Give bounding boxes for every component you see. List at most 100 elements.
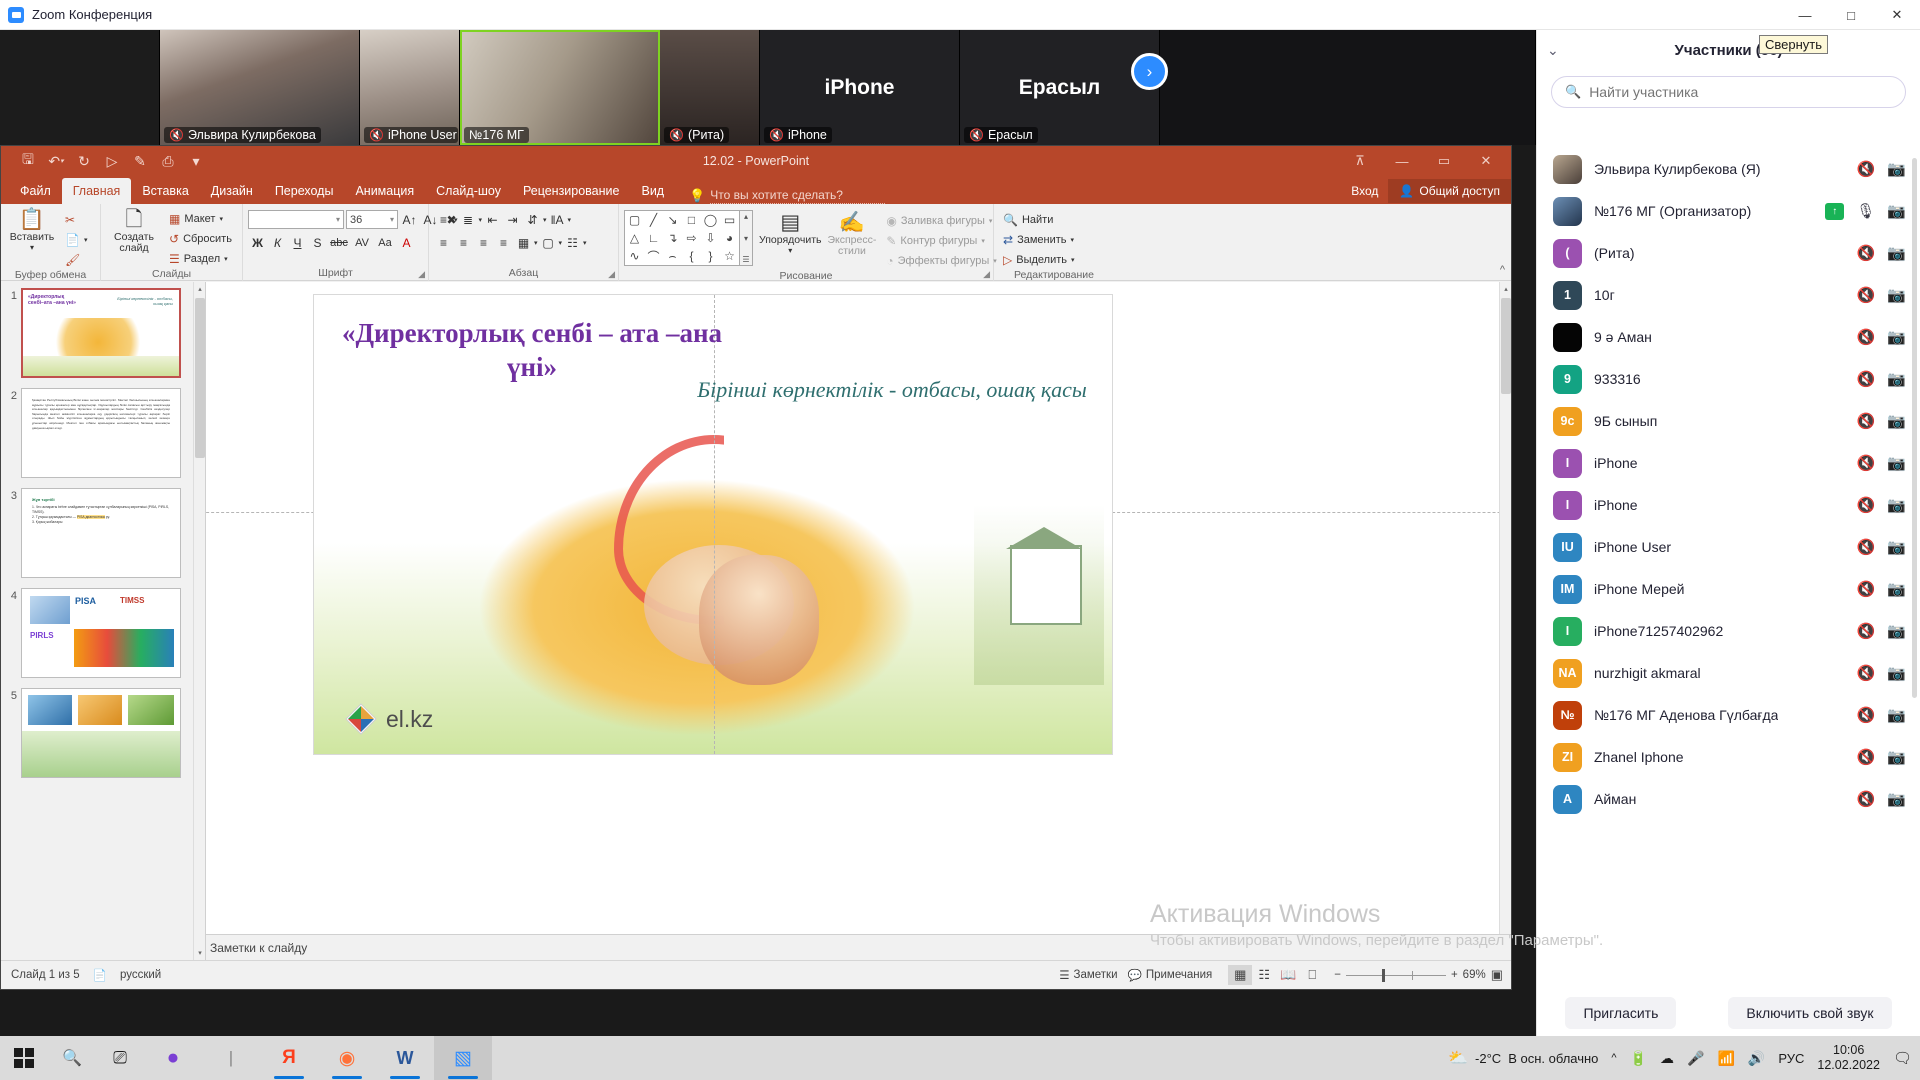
powerpoint-minimize-button[interactable]: — [1381,146,1423,176]
shadow-button[interactable]: S [308,233,327,252]
camera-off-icon[interactable]: 📷 [1887,498,1906,513]
quick-styles-button[interactable]: ✍ Экспресс-стили [827,210,876,257]
taskbar-app-yandex[interactable]: Я [260,1036,318,1080]
camera-off-icon[interactable]: 📷 [1887,792,1906,807]
participant-row[interactable]: ZI Zhanel Iphone 🔇 📷 [1537,736,1920,778]
tell-me-box[interactable]: 💡 Что вы хотите сделать? [689,188,886,204]
microphone-icon[interactable]: 🎤 [1687,1050,1704,1067]
participants-list[interactable]: Эльвира Кулирбекова (Я) 🔇 📷 №176 МГ (Орга… [1537,148,1920,975]
shape-outline-button[interactable]: ✎ Контур фигуры ▾ [882,232,1000,250]
wifi-icon[interactable]: 📶 [1717,1050,1734,1067]
slide-sorter-icon[interactable]: ☷ [1252,965,1276,985]
shape-fill-button[interactable]: ◉ Заливка фигуры ▾ [882,212,1000,230]
character-spacing-button[interactable]: AV [351,233,373,252]
mic-muted-icon[interactable]: 🔇 [1857,372,1876,387]
collapse-ribbon-icon[interactable]: ^ [1500,264,1505,276]
participant-row[interactable]: IU iPhone User 🔇 📷 [1537,526,1920,568]
text-direction-button[interactable]: ‖A [548,210,567,229]
thumbnail-pane-scrollbar[interactable]: ▴ ▾ [193,282,205,960]
slide-editor[interactable]: «Директорлық сенбі – ата –ана үні» Бірін… [313,294,1113,755]
share-button[interactable]: 👤 Общий доступ [1388,179,1511,203]
tab-view[interactable]: Вид [630,178,675,204]
camera-off-icon[interactable]: 📷 [1887,666,1906,681]
shape-elbow-icon[interactable]: ∟ [644,229,663,247]
shapes-gallery[interactable]: ▢ ╱ ↘ □ ◯ ▭ △ ∟ ↴ ⇨ ⇩ ◕ ∿ ⌒ ⌢ {} ☆ [624,210,740,266]
mic-muted-icon[interactable]: 🔇 [1857,246,1876,261]
powerpoint-restore-button[interactable]: ▭ [1423,146,1465,176]
participant-row[interactable]: ( (Рита) 🔇 📷 [1537,232,1920,274]
zoom-track[interactable] [1345,968,1446,982]
format-painter-button[interactable]: 🖌 [61,251,91,269]
normal-view-icon[interactable]: ▦ [1228,965,1253,985]
video-tile-placeholder[interactable]: iPhone 🔇 iPhone [760,30,960,145]
mic-muted-icon[interactable]: 🔇 [1857,540,1876,555]
justify-button[interactable]: ≡ [494,233,513,252]
drawing-dialog-launcher-icon[interactable]: ◢ [983,269,990,280]
slideshow-icon[interactable]: ⎕ [1300,965,1324,985]
numbering-button[interactable]: ≣ [459,210,478,229]
shape-scribble-icon[interactable]: ∿ [625,247,644,265]
shape-line-icon[interactable]: ╱ [644,211,663,229]
chevron-down-icon[interactable]: ⌄ [1547,42,1559,59]
camera-off-icon[interactable]: 📷 [1887,288,1906,303]
slide-thumbnail-item[interactable]: 5 [7,688,205,778]
invite-button[interactable]: Пригласить [1565,997,1677,1029]
sign-in-link[interactable]: Вход [1341,184,1388,198]
scroll-up-icon[interactable]: ▴ [194,282,206,296]
search-input[interactable] [1589,84,1892,100]
video-tile-active-speaker[interactable]: №176 МГ [460,30,660,145]
convert-smartart-button[interactable]: ☷ [563,233,582,252]
paste-button[interactable]: 📋 Вставить ▾ [6,207,58,253]
tab-slideshow[interactable]: Слайд-шоу [425,178,512,204]
camera-on-icon[interactable]: 📷 [1887,540,1906,555]
arrange-button[interactable]: ▤ Упорядочить ▾ [759,210,821,256]
tab-insert[interactable]: Вставка [131,178,199,204]
weather-widget[interactable]: ⛅ -2°C В осн. облачно [1448,1048,1598,1068]
shape-effects-button[interactable]: ◔ Эффекты фигуры ▾ [882,252,1000,270]
shape-right-arrow-icon[interactable]: ⇨ [682,229,701,247]
camera-off-icon[interactable]: 📷 [1887,456,1906,471]
task-view-button[interactable]: ⎚ [96,1036,144,1080]
shape-oval-icon[interactable]: ◯ [701,211,720,229]
camera-off-icon[interactable]: 📷 [1887,330,1906,345]
mic-muted-icon[interactable]: 🔇 [1857,582,1876,597]
mic-muted-icon[interactable]: 🔇 [1857,162,1876,177]
camera-off-icon[interactable]: 📷 [1887,372,1906,387]
canvas-scrollbar[interactable]: ▴ ▾ ⌄ [1499,282,1511,960]
camera-off-icon[interactable]: 📷 [1887,624,1906,639]
mic-muted-icon[interactable]: 🔇 [1857,624,1876,639]
language-indicator[interactable]: РУС [1778,1051,1804,1066]
shape-right-brace-icon[interactable]: } [701,247,720,265]
participant-row[interactable]: 9с 9Б сынып 🔇 📷 [1537,400,1920,442]
search-button[interactable]: 🔍 [48,1036,96,1080]
shape-arc-icon[interactable]: ⌒ [644,247,663,265]
bullets-button[interactable]: ≡ [434,210,453,229]
mic-muted-icon[interactable]: 🔇 [1857,792,1876,807]
zoom-maximize-button[interactable]: □ [1828,0,1874,30]
font-dialog-launcher-icon[interactable]: ◢ [418,269,425,280]
slide-thumbnail[interactable]: Қазақстан Республикасының Білім және ғыл… [21,388,181,478]
decrease-indent-button[interactable]: ⇤ [483,210,502,229]
shape-arrow-icon[interactable]: ↘ [663,211,682,229]
mic-muted-icon[interactable]: 🔇 [1857,498,1876,513]
shapes-gallery-scrollbar[interactable]: ▴ ▾ ☰ [740,210,753,266]
zoom-close-button[interactable]: ✕ [1874,0,1920,30]
powerpoint-close-button[interactable]: ✕ [1465,146,1507,176]
notes-button[interactable]: ☰ Заметки [1059,968,1117,982]
participant-row[interactable]: A Айман 🔇 📷 [1537,778,1920,820]
select-button[interactable]: ▷ Выделить ▾ [999,251,1079,269]
mic-muted-icon[interactable]: 🔇 [1857,330,1876,345]
taskbar-app-firefox[interactable]: ◉ [318,1036,376,1080]
slide-thumbnail-item[interactable]: 2 Қазақстан Республикасының Білім және ғ… [7,388,205,478]
zoom-minimize-button[interactable]: — [1782,0,1828,30]
camera-off-icon[interactable]: 📷 [1887,414,1906,429]
shape-pie-icon[interactable]: ◕ [720,229,739,247]
cut-button[interactable]: ✂ [61,211,91,229]
line-spacing-button[interactable]: ⇵ [523,210,542,229]
participant-row[interactable]: № №176 МГ Аденова Гүлбағда 🔇 📷 [1537,694,1920,736]
shape-rectangle-icon[interactable]: □ [682,211,701,229]
participant-row[interactable]: 9 ә Аман 🔇 📷 [1537,316,1920,358]
camera-off-icon[interactable]: 📷 [1887,750,1906,765]
scrollbar-thumb[interactable] [195,298,205,458]
participant-row[interactable]: I iPhone 🔇 📷 [1537,442,1920,484]
